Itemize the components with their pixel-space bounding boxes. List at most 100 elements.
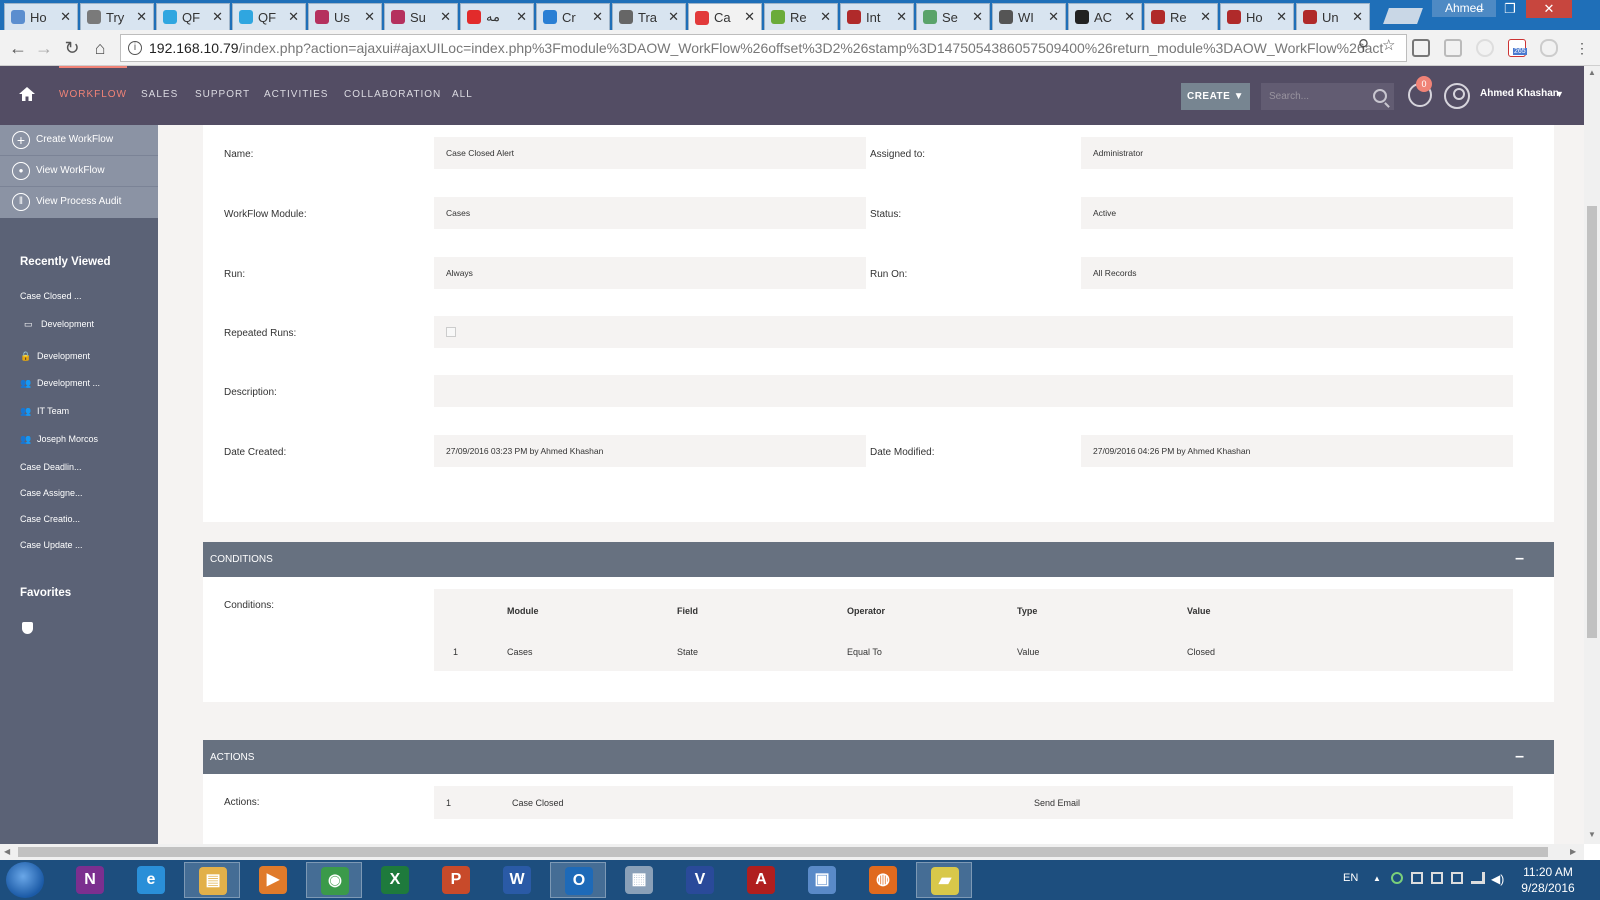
- sidebar-action-view-workflow[interactable]: ● View WorkFlow: [0, 156, 158, 187]
- scroll-down-icon[interactable]: ▼: [1588, 830, 1596, 839]
- browser-tab[interactable]: Cr ✕: [536, 3, 610, 30]
- user-menu-caret-icon[interactable]: ▼: [1555, 89, 1564, 99]
- browser-tab[interactable]: Int ✕: [840, 3, 914, 30]
- vertical-scroll-thumb[interactable]: [1587, 206, 1597, 638]
- close-tab-icon[interactable]: ✕: [1352, 9, 1363, 25]
- site-info-icon[interactable]: i: [128, 41, 142, 55]
- recent-item[interactable]: Case Update ...: [20, 540, 83, 550]
- nav-collaboration[interactable]: COLLABORATION: [344, 89, 441, 100]
- tray-network-icon[interactable]: [1451, 872, 1463, 884]
- taskbar-app-calculator[interactable]: ▦: [611, 862, 667, 898]
- user-name[interactable]: Ahmed Khashan: [1480, 88, 1559, 99]
- close-tab-icon[interactable]: ✕: [668, 9, 679, 25]
- taskbar-app-sticky[interactable]: ▰: [916, 862, 972, 898]
- taskbar-app-word[interactable]: W: [489, 862, 545, 898]
- minimize-button[interactable]: –: [1466, 0, 1494, 18]
- extension-cast-icon[interactable]: [1412, 39, 1430, 57]
- create-button[interactable]: CREATE ▼: [1181, 83, 1250, 110]
- extension-moon-icon[interactable]: [1476, 39, 1494, 57]
- browser-tab[interactable]: ﻣﻪ ✕: [460, 3, 534, 30]
- forward-icon[interactable]: →: [32, 36, 56, 60]
- close-tab-icon[interactable]: ✕: [820, 9, 831, 25]
- tray-signal-icon[interactable]: [1471, 872, 1485, 884]
- recent-item[interactable]: 👥 Development ...: [20, 378, 100, 388]
- scroll-left-icon[interactable]: ◀: [4, 847, 10, 856]
- horizontal-scrollbar[interactable]: ◀ ▶: [0, 844, 1584, 860]
- browser-tab[interactable]: QF ✕: [156, 3, 230, 30]
- recent-item[interactable]: Case Creatio...: [20, 514, 80, 524]
- browser-tab[interactable]: Try ✕: [80, 3, 154, 30]
- search-icon[interactable]: [1373, 89, 1387, 103]
- collapse-conditions-icon[interactable]: –: [1515, 550, 1524, 568]
- close-tab-icon[interactable]: ✕: [516, 9, 527, 25]
- tray-sync-icon[interactable]: [1391, 872, 1403, 884]
- browser-tab[interactable]: Se ✕: [916, 3, 990, 30]
- nav-activities[interactable]: ACTIVITIES: [264, 89, 328, 100]
- scroll-up-icon[interactable]: ▲: [1588, 68, 1596, 77]
- extension-link-icon[interactable]: [1540, 39, 1558, 57]
- browser-tab[interactable]: Ca ✕: [688, 3, 762, 31]
- close-tab-icon[interactable]: ✕: [212, 9, 223, 25]
- recent-item[interactable]: ▭ Development: [24, 319, 94, 329]
- bookmark-star-icon[interactable]: ☆: [1382, 36, 1395, 54]
- taskbar-app-explorer[interactable]: ▤: [184, 862, 240, 898]
- browser-tab[interactable]: Tra ✕: [612, 3, 686, 30]
- close-tab-icon[interactable]: ✕: [744, 9, 755, 25]
- search-input[interactable]: Search...: [1261, 83, 1394, 110]
- horizontal-scroll-thumb[interactable]: [18, 847, 1548, 857]
- close-tab-icon[interactable]: ✕: [896, 9, 907, 25]
- nav-all[interactable]: ALL: [452, 89, 473, 100]
- language-indicator[interactable]: EN: [1343, 872, 1358, 884]
- recent-item[interactable]: 👥 IT Team: [20, 406, 69, 416]
- recent-item[interactable]: Case Closed ...: [20, 291, 82, 301]
- taskbar-app-outlook[interactable]: O: [550, 862, 606, 898]
- actions-header[interactable]: ACTIONS –: [203, 740, 1554, 774]
- url-bar[interactable]: i 192.168.10.79/index.php?action=ajaxui#a…: [120, 34, 1407, 62]
- nav-sales[interactable]: SALES: [141, 89, 178, 100]
- extension-sync-icon[interactable]: [1444, 39, 1462, 57]
- nav-workflow[interactable]: WORKFLOW: [59, 66, 127, 100]
- browser-tab[interactable]: AC ✕: [1068, 3, 1142, 30]
- browser-tab[interactable]: WI ✕: [992, 3, 1066, 30]
- nav-support[interactable]: SUPPORT: [195, 89, 250, 100]
- home-icon[interactable]: ⌂: [88, 36, 112, 60]
- browser-tab[interactable]: Ho ✕: [4, 3, 78, 30]
- taskbar-app-excel[interactable]: X: [367, 862, 423, 898]
- vertical-scrollbar[interactable]: ▲ ▼: [1584, 66, 1600, 844]
- new-tab-button[interactable]: [1383, 8, 1423, 24]
- taskbar-app-firefox[interactable]: ◍: [855, 862, 911, 898]
- recent-item[interactable]: Case Assigne...: [20, 488, 83, 498]
- collapse-actions-icon[interactable]: –: [1515, 748, 1524, 766]
- close-tab-icon[interactable]: ✕: [972, 9, 983, 25]
- browser-tab[interactable]: Us ✕: [308, 3, 382, 30]
- zoom-icon[interactable]: ⚲: [1358, 36, 1369, 54]
- restore-button[interactable]: ❐: [1496, 0, 1524, 18]
- taskbar-app-powerpoint[interactable]: P: [428, 862, 484, 898]
- menu-icon[interactable]: ⋮: [1570, 36, 1594, 60]
- taskbar-app-ie[interactable]: e: [123, 862, 179, 898]
- close-window-button[interactable]: ✕: [1526, 0, 1572, 18]
- taskbar-app-media[interactable]: ▶: [245, 862, 301, 898]
- taskbar-app-acrobat[interactable]: A: [733, 862, 789, 898]
- browser-tab[interactable]: Un ✕: [1296, 3, 1370, 30]
- recent-item[interactable]: 👥 Joseph Morcos: [20, 434, 98, 444]
- close-tab-icon[interactable]: ✕: [1124, 9, 1135, 25]
- tray-expand-icon[interactable]: ▲: [1373, 874, 1381, 883]
- gmail-extension-icon[interactable]: 265: [1508, 39, 1527, 57]
- volume-icon[interactable]: ◀): [1491, 872, 1504, 886]
- user-avatar-icon[interactable]: [1444, 83, 1470, 109]
- browser-tab[interactable]: QF ✕: [232, 3, 306, 30]
- close-tab-icon[interactable]: ✕: [592, 9, 603, 25]
- close-tab-icon[interactable]: ✕: [288, 9, 299, 25]
- recent-item[interactable]: Case Deadlin...: [20, 462, 82, 472]
- conditions-header[interactable]: CONDITIONS –: [203, 542, 1554, 577]
- taskbar-app-network[interactable]: ▣: [794, 862, 850, 898]
- sidebar-action-create-workflow[interactable]: + Create WorkFlow: [0, 125, 158, 156]
- browser-tab[interactable]: Ho ✕: [1220, 3, 1294, 30]
- close-tab-icon[interactable]: ✕: [60, 9, 71, 25]
- tray-device-icon[interactable]: [1431, 872, 1443, 884]
- start-button[interactable]: [6, 862, 44, 898]
- back-icon[interactable]: ←: [6, 36, 30, 60]
- browser-tab[interactable]: Re ✕: [764, 3, 838, 30]
- close-tab-icon[interactable]: ✕: [440, 9, 451, 25]
